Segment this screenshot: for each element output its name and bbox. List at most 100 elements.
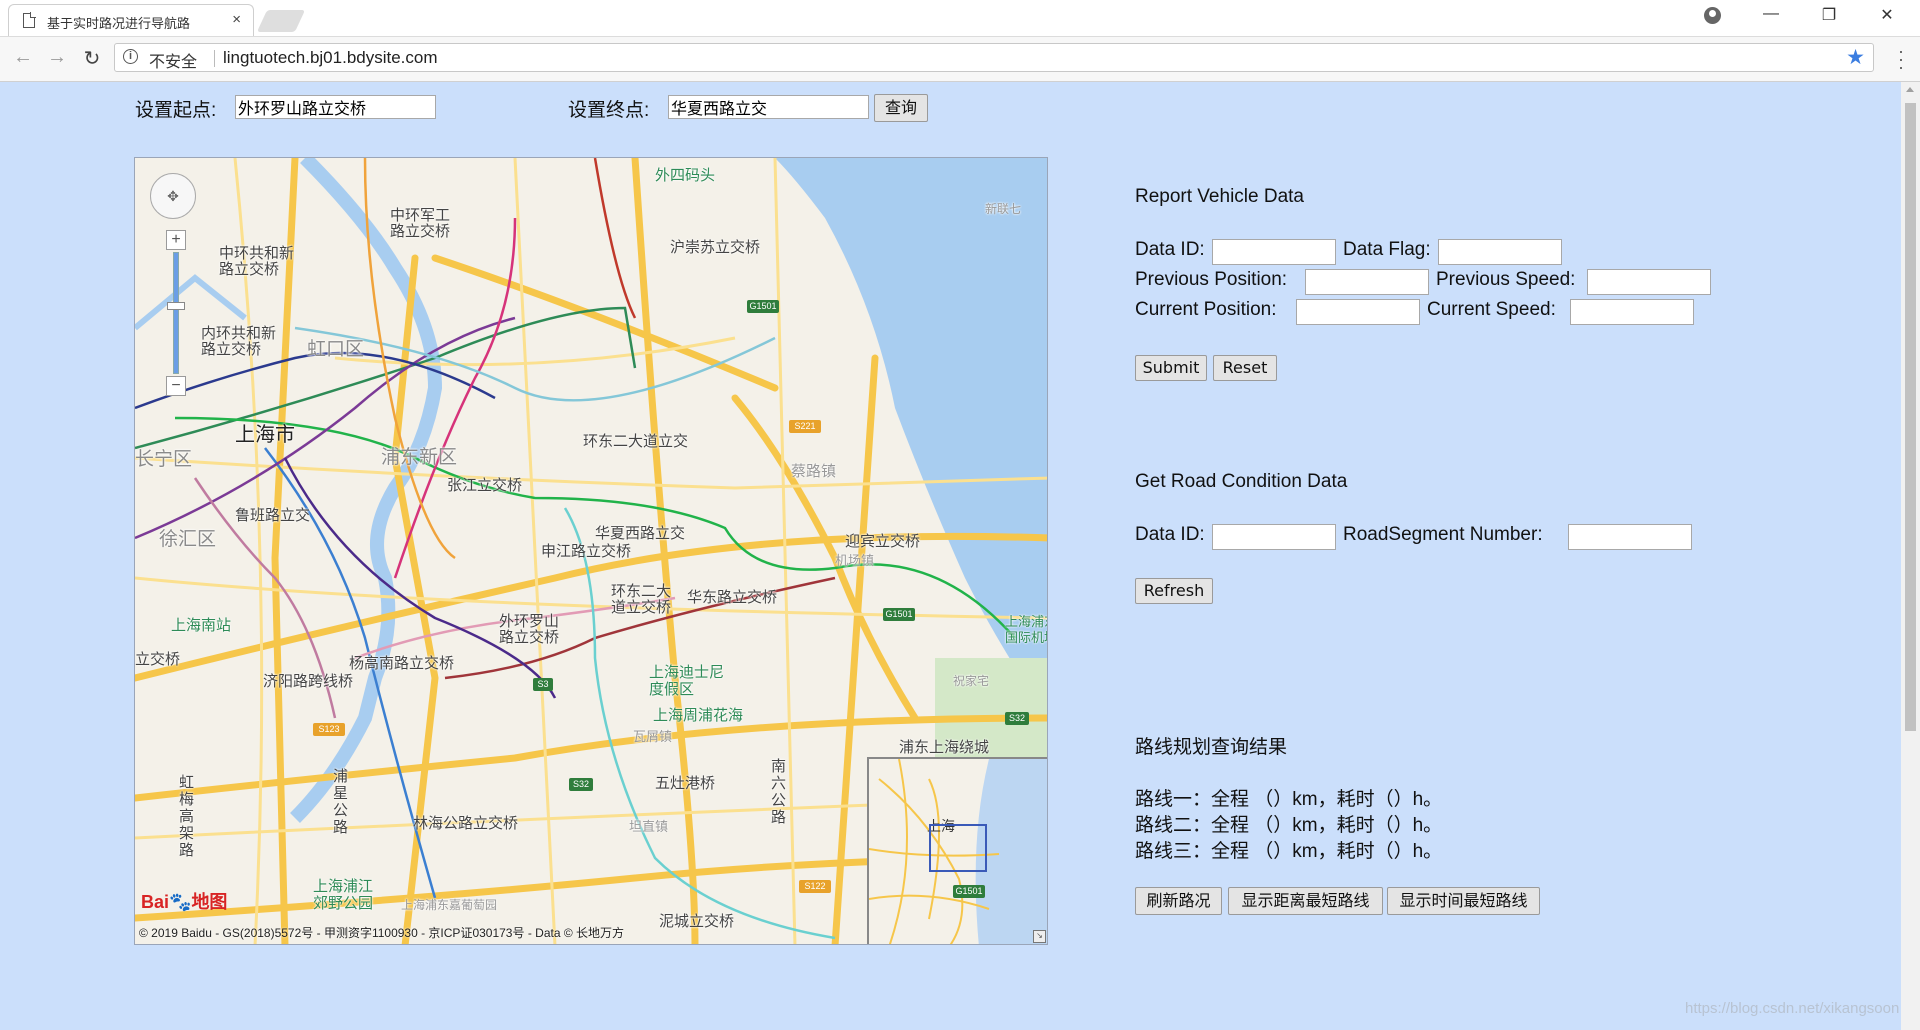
road-data-id-label: Data ID: <box>1135 524 1205 545</box>
map-shield: G1501 <box>747 300 779 313</box>
minimize-button[interactable]: — <box>1760 5 1782 23</box>
map-shield: S122 <box>799 880 831 893</box>
overview-viewport-frame[interactable] <box>929 824 987 872</box>
map-label-wuqigang: 五灶港桥 <box>655 775 716 792</box>
cur-speed-input[interactable] <box>1570 299 1694 325</box>
overview-toggle-icon[interactable]: ↘ <box>1033 930 1046 943</box>
tab-title: 基于实时路况进行导航路 <box>47 16 191 31</box>
map-pan-control[interactable]: ✥ <box>150 173 196 219</box>
end-input[interactable] <box>668 95 869 119</box>
map-copyright: © 2019 Baidu - GS(2018)5572号 - 甲测资字11009… <box>139 926 625 940</box>
map-label-xinlian: 新联七 <box>985 202 1022 216</box>
map-label-pudong: 浦东新区 <box>381 447 458 468</box>
restore-button[interactable]: ❐ <box>1818 5 1840 25</box>
report-data-id-label: Data ID: <box>1135 239 1205 260</box>
scroll-thumb[interactable] <box>1905 103 1916 731</box>
map-label-huanerdadao: 环东二大道立交 <box>583 433 689 450</box>
reset-button[interactable]: Reset <box>1213 355 1277 381</box>
new-tab-button[interactable] <box>256 10 306 32</box>
map-label-pudongraocheng: 浦东上海绕城 <box>899 739 990 756</box>
map-label-jiyang: 济阳路跨线桥 <box>263 673 354 690</box>
map-label-caijia: 蔡路镇 <box>791 463 837 480</box>
menu-icon[interactable]: · · · <box>1898 42 1904 76</box>
data-flag-label: Data Flag: <box>1343 239 1431 260</box>
map-label-huadong: 华东路立交桥 <box>687 589 778 606</box>
map-label-pujing: 浦 星 公 路 <box>333 768 349 836</box>
shortest-distance-button[interactable]: 显示距离最短路线 <box>1228 887 1383 915</box>
browser-tab-bar: 基于实时路况进行导航路 × — ❐ ✕ <box>0 0 1920 37</box>
map-shield: S3 <box>533 678 553 691</box>
url-text[interactable]: lingtuotech.bj01.bdysite.com <box>223 48 438 68</box>
route-result-line: 路线一：全程 （）km，耗时（）h。 <box>1135 789 1443 810</box>
refresh-traffic-button[interactable]: 刷新路况 <box>1135 887 1222 915</box>
road-data-id-input[interactable] <box>1212 524 1336 550</box>
scroll-up-arrow-icon[interactable] <box>1906 87 1914 92</box>
road-segment-input[interactable] <box>1568 524 1692 550</box>
security-indicator[interactable]: 不安全 <box>149 48 197 72</box>
map-label-huchongsu: 沪崇苏立交桥 <box>670 239 761 256</box>
map-label-changning: 长宁区 <box>135 449 193 470</box>
forward-arrow-icon[interactable]: → <box>46 46 68 69</box>
csdn-watermark: https://blog.csdn.net/xikangsoon <box>1685 1000 1900 1017</box>
query-button[interactable]: 查询 <box>874 94 928 122</box>
map-label-jichangzhen: 机场镇 <box>835 553 875 568</box>
refresh-button[interactable]: Refresh <box>1135 578 1213 604</box>
zoom-out-button[interactable]: − <box>166 376 186 396</box>
close-window-button[interactable]: ✕ <box>1876 5 1898 25</box>
map-shield: S32 <box>569 778 593 791</box>
zoom-in-button[interactable]: + <box>166 230 186 250</box>
address-bar[interactable]: i 不安全 lingtuotech.bj01.bdysite.com ★ <box>114 43 1874 72</box>
map-label-zhoupu: 上海周浦花海 <box>653 707 744 724</box>
map-label-pudong-grape: 上海浦东嘉葡萄园 <box>401 898 498 912</box>
map-label-shenjiang: 申江路立交桥 <box>541 543 632 560</box>
start-input[interactable] <box>235 95 436 119</box>
map-label-yingbin: 迎宾立交桥 <box>845 533 921 550</box>
page-icon <box>23 12 36 28</box>
map-label-pujiangpark: 上海浦江 郊野公园 <box>313 878 374 912</box>
road-segment-label: RoadSegment Number: <box>1343 524 1543 545</box>
map-label-guanzhen: 瓦屑镇 <box>633 729 673 744</box>
reload-icon[interactable]: ↻ <box>81 46 103 71</box>
overview-shield: G1501 <box>953 885 985 898</box>
map-label-hongkou: 虹口区 <box>307 339 365 360</box>
baidu-logo-text: Bai <box>141 892 170 912</box>
map-label-xuhui: 徐汇区 <box>159 529 217 550</box>
map-label-zhangjiang: 张江立交桥 <box>447 477 523 494</box>
route-result-line: 路线三：全程 （）km，耗时（）h。 <box>1135 841 1443 862</box>
prev-position-input[interactable] <box>1305 269 1429 295</box>
tab-close-icon[interactable]: × <box>232 11 241 28</box>
cur-position-input[interactable] <box>1296 299 1420 325</box>
browser-tab[interactable]: 基于实时路况进行导航路 × <box>8 4 254 36</box>
shortest-time-button[interactable]: 显示时间最短路线 <box>1387 887 1540 915</box>
info-icon[interactable]: i <box>123 49 138 64</box>
cur-speed-label: Current Speed: <box>1427 299 1556 320</box>
map-shield: S32 <box>1005 712 1029 725</box>
zoom-slider-handle[interactable] <box>167 302 185 310</box>
baidu-map[interactable]: 外四码头 中环军工 路立交桥 沪崇苏立交桥 新联七 中环共和新 路立交桥 内环共… <box>134 157 1048 945</box>
map-shield: G1501 <box>883 608 915 621</box>
cur-position-label: Current Position: <box>1135 299 1277 320</box>
bookmark-star-icon[interactable]: ★ <box>1846 45 1865 70</box>
prev-speed-input[interactable] <box>1587 269 1711 295</box>
url-separator <box>214 50 215 67</box>
map-overview[interactable]: 上海 G1501 ↘ <box>867 757 1047 944</box>
map-label-shanghai: 上海市 <box>235 424 295 446</box>
submit-button[interactable]: Submit <box>1135 355 1207 381</box>
back-arrow-icon[interactable]: ← <box>12 46 34 69</box>
account-icon[interactable] <box>1704 7 1721 24</box>
map-label-waisi: 外四码头 <box>655 167 716 184</box>
data-flag-input[interactable] <box>1438 239 1562 265</box>
browser-toolbar: ← → ↻ i 不安全 lingtuotech.bj01.bdysite.com… <box>0 37 1920 82</box>
prev-speed-label: Previous Speed: <box>1436 269 1576 290</box>
page-scrollbar[interactable] <box>1901 82 1920 1030</box>
map-zoom-control: + − <box>166 230 186 396</box>
prev-position-label: Previous Position: <box>1135 269 1288 290</box>
map-label-zhuyuan: 祝家宅 <box>953 674 990 688</box>
zoom-slider-track[interactable] <box>173 252 179 374</box>
map-label-airport: 上海浦东 国际机场 <box>1005 614 1047 645</box>
map-label-disney: 上海迪士尼 度假区 <box>649 664 725 698</box>
map-label-zhonghuan-junggong: 中环军工 路立交桥 <box>390 207 451 240</box>
route-result-line: 路线二：全程 （）km，耗时（）h。 <box>1135 815 1443 836</box>
map-label-niqiao: 泥城立交桥 <box>659 913 735 930</box>
report-data-id-input[interactable] <box>1212 239 1336 265</box>
